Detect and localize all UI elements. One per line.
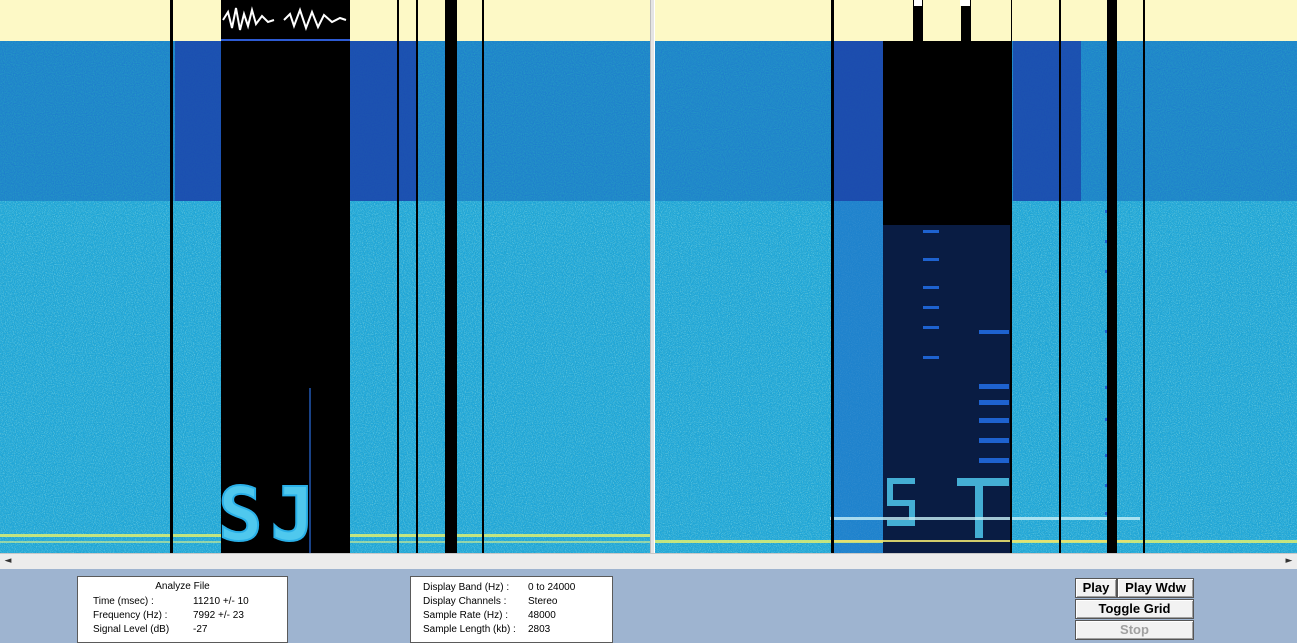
analyze-file-title: Analyze File: [155, 581, 210, 592]
toggle-grid-button[interactable]: Toggle Grid: [1075, 599, 1194, 619]
play-window-button[interactable]: Play Wdw: [1117, 578, 1194, 598]
spectrogram-viewer[interactable]: SJ: [0, 0, 1297, 553]
time-value: 11210 +/- 10: [193, 596, 249, 607]
sample-rate-label: Sample Rate (Hz) :: [423, 610, 509, 621]
sample-rate-row: Sample Rate (Hz) : 48000: [411, 610, 612, 623]
display-info-panel: Display Band (Hz) : 0 to 24000 Display C…: [410, 576, 613, 643]
right-channel-spectrogram[interactable]: [655, 0, 1297, 553]
signal-level-label: Signal Level (dB): [93, 624, 170, 635]
frequency-value: 7992 +/- 23: [193, 610, 244, 621]
spectrogram-text-overlay: SJ: [218, 472, 323, 553]
time-row: Time (msec) : 11210 +/- 10: [78, 596, 287, 609]
display-channels-value: Stereo: [528, 596, 558, 607]
scroll-left-arrow-icon[interactable]: ◄: [0, 555, 16, 568]
sample-rate-value: 48000: [528, 610, 556, 621]
sample-length-value: 2803: [528, 624, 551, 635]
display-band-value: 0 to 24000: [528, 582, 576, 593]
analyze-file-panel: Analyze File Time (msec) : 11210 +/- 10 …: [77, 576, 288, 643]
display-band-label: Display Band (Hz) :: [423, 582, 510, 593]
time-label: Time (msec) :: [93, 596, 154, 607]
display-band-row: Display Band (Hz) : 0 to 24000: [411, 582, 612, 595]
scroll-right-arrow-icon[interactable]: ►: [1281, 555, 1297, 568]
display-channels-label: Display Channels :: [423, 596, 507, 607]
play-button[interactable]: Play: [1075, 578, 1117, 598]
frequency-label: Frequency (Hz) :: [93, 610, 168, 621]
display-channels-row: Display Channels : Stereo: [411, 596, 612, 609]
stop-button[interactable]: Stop: [1075, 620, 1194, 640]
left-channel-spectrogram[interactable]: SJ: [0, 0, 650, 553]
sample-length-row: Sample Length (kb) : 2803: [411, 624, 612, 637]
sample-length-label: Sample Length (kb) :: [423, 624, 516, 635]
signal-level-row: Signal Level (dB) -27: [78, 624, 287, 637]
frequency-row: Frequency (Hz) : 7992 +/- 23: [78, 610, 287, 623]
signal-level-value: -27: [193, 624, 208, 635]
horizontal-scrollbar[interactable]: ◄ ►: [0, 553, 1297, 569]
